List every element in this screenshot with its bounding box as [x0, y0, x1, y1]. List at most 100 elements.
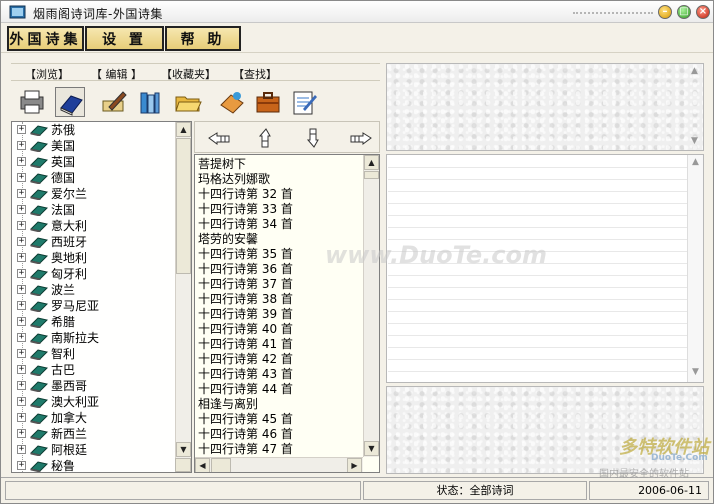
tree-item[interactable]: + 新西兰: [12, 426, 177, 442]
expand-icon[interactable]: +: [17, 365, 26, 374]
expand-icon[interactable]: +: [17, 349, 26, 358]
tree-item[interactable]: + 加拿大: [12, 410, 177, 426]
expand-icon[interactable]: +: [17, 381, 26, 390]
tree-item[interactable]: + 美国: [12, 138, 177, 154]
poem-item[interactable]: 玛格达列娜歌: [198, 172, 270, 187]
tree-item[interactable]: + 爱尔兰: [12, 186, 177, 202]
tree-item[interactable]: + 意大利: [12, 218, 177, 234]
expand-icon[interactable]: +: [17, 413, 26, 422]
expand-icon[interactable]: +: [17, 445, 26, 454]
expand-icon[interactable]: +: [17, 253, 26, 262]
tab-edit[interactable]: 【 编辑 】: [91, 66, 142, 82]
poem-item[interactable]: 十四行诗第 43 首: [198, 367, 293, 382]
tree-item[interactable]: + 秘鲁: [12, 458, 177, 472]
poem-item[interactable]: 十四行诗第 47 首: [198, 442, 293, 457]
poem-item[interactable]: 十四行诗第 46 首: [198, 427, 293, 442]
hand-left-icon[interactable]: [207, 127, 233, 149]
tab-favorites[interactable]: 【收藏夹】: [161, 66, 216, 82]
poem-item[interactable]: 十四行诗第 42 首: [198, 352, 293, 367]
expand-icon[interactable]: +: [17, 333, 26, 342]
expand-icon[interactable]: +: [17, 141, 26, 150]
tree-item[interactable]: + 奥地利: [12, 250, 177, 266]
expand-icon[interactable]: +: [17, 125, 26, 134]
content-scrollbar[interactable]: ▲ ▼: [687, 155, 703, 382]
poem-item[interactable]: 十四行诗第 32 首: [198, 187, 293, 202]
expand-icon[interactable]: +: [17, 157, 26, 166]
tree-item[interactable]: + 罗马尼亚: [12, 298, 177, 314]
poem-item[interactable]: 相逢与离别: [198, 397, 258, 412]
expand-icon[interactable]: +: [17, 237, 26, 246]
hand-up-icon[interactable]: [253, 127, 279, 149]
tab-search[interactable]: 【查找】: [233, 66, 277, 82]
menu-settings[interactable]: 设 置: [85, 26, 164, 51]
scroll-thumb[interactable]: [176, 138, 191, 274]
tree-item[interactable]: + 西班牙: [12, 234, 177, 250]
poem-list[interactable]: 菩提树下 玛格达列娜歌 十四行诗第 32 首十四行诗第 33 首十四行诗第 34 首…: [194, 154, 380, 473]
poem-item[interactable]: 十四行诗第 37 首: [198, 277, 293, 292]
scroll-left-arrow[interactable]: ◀: [195, 458, 210, 472]
menu-help[interactable]: 帮 助: [165, 26, 241, 51]
country-tree[interactable]: + 苏俄 + 美国 + 英国 + 德国 + 爱尔兰 + 法国 + 意大利 + 西班牙 + 奥地利 + 匈牙利 + 波兰 + 罗…: [11, 121, 192, 473]
tree-item[interactable]: + 德国: [12, 170, 177, 186]
menu-foreign-poems[interactable]: 外国诗集: [7, 26, 84, 51]
expand-icon[interactable]: +: [17, 461, 26, 470]
title-bar[interactable]: 烟雨阁诗词库-外国诗集 – □ ×: [1, 1, 713, 23]
poem-item[interactable]: 十四行诗第 40 首: [198, 322, 293, 337]
open-folder-icon[interactable]: [173, 87, 203, 117]
poem-item[interactable]: 十四行诗第 44 首: [198, 382, 293, 397]
scroll-thumb[interactable]: [364, 171, 379, 179]
poem-content-panel[interactable]: ▲ ▼: [386, 154, 704, 383]
tree-item[interactable]: + 墨西哥: [12, 378, 177, 394]
poem-item[interactable]: 塔劳的安馨: [198, 232, 258, 247]
maximize-button[interactable]: □: [677, 5, 691, 19]
book-icon[interactable]: [55, 87, 85, 117]
tree-item[interactable]: + 法国: [12, 202, 177, 218]
tree-item[interactable]: + 希腊: [12, 314, 177, 330]
books-icon[interactable]: [135, 87, 165, 117]
tree-item[interactable]: + 澳大利亚: [12, 394, 177, 410]
poem-item[interactable]: 十四行诗第 38 首: [198, 292, 293, 307]
expand-icon[interactable]: +: [17, 189, 26, 198]
poem-item[interactable]: 十四行诗第 34 首: [198, 217, 293, 232]
tree-item[interactable]: + 南斯拉夫: [12, 330, 177, 346]
expand-icon[interactable]: +: [17, 269, 26, 278]
close-button[interactable]: ×: [696, 5, 710, 19]
printer-icon[interactable]: [17, 87, 47, 117]
tree-item[interactable]: + 阿根廷: [12, 442, 177, 458]
expand-icon[interactable]: +: [17, 285, 26, 294]
edit-pen-icon[interactable]: [99, 87, 129, 117]
tree-item[interactable]: + 智利: [12, 346, 177, 362]
tree-item[interactable]: + 英国: [12, 154, 177, 170]
expand-icon[interactable]: +: [17, 429, 26, 438]
scroll-down-arrow[interactable]: ▼: [364, 441, 379, 456]
expand-icon[interactable]: +: [17, 397, 26, 406]
scroll-right-arrow[interactable]: ▶: [347, 458, 362, 472]
tree-item[interactable]: + 古巴: [12, 362, 177, 378]
expand-icon[interactable]: +: [17, 173, 26, 182]
poem-vscrollbar[interactable]: ▲ ▼: [363, 155, 379, 457]
expand-icon[interactable]: +: [17, 205, 26, 214]
briefcase-icon[interactable]: [253, 87, 283, 117]
scroll-up-arrow[interactable]: ▲: [364, 155, 379, 170]
tree-item[interactable]: + 波兰: [12, 282, 177, 298]
poem-item[interactable]: 十四行诗第 36 首: [198, 262, 293, 277]
expand-icon[interactable]: +: [17, 301, 26, 310]
title-scrollbar[interactable]: ▲ ▼: [687, 64, 703, 150]
poem-item[interactable]: 菩提树下: [198, 157, 246, 172]
poem-item[interactable]: 十四行诗第 35 首: [198, 247, 293, 262]
country-scrollbar[interactable]: ▲ ▼: [175, 122, 191, 458]
scroll-down-arrow[interactable]: ▼: [176, 442, 191, 457]
scroll-up-arrow[interactable]: ▲: [176, 122, 191, 137]
hand-right-icon[interactable]: [347, 127, 373, 149]
resize-grip[interactable]: [175, 458, 191, 472]
scroll-thumb[interactable]: [211, 458, 231, 472]
poem-hscrollbar[interactable]: ◀ ▶: [195, 457, 363, 472]
paint-icon[interactable]: [217, 87, 247, 117]
expand-icon[interactable]: +: [17, 317, 26, 326]
tree-item[interactable]: + 匈牙利: [12, 266, 177, 282]
minimize-button[interactable]: –: [658, 5, 672, 19]
poem-item[interactable]: 十四行诗第 39 首: [198, 307, 293, 322]
poem-item[interactable]: 十四行诗第 41 首: [198, 337, 293, 352]
tree-item[interactable]: + 苏俄: [12, 122, 177, 138]
poem-item[interactable]: 十四行诗第 33 首: [198, 202, 293, 217]
